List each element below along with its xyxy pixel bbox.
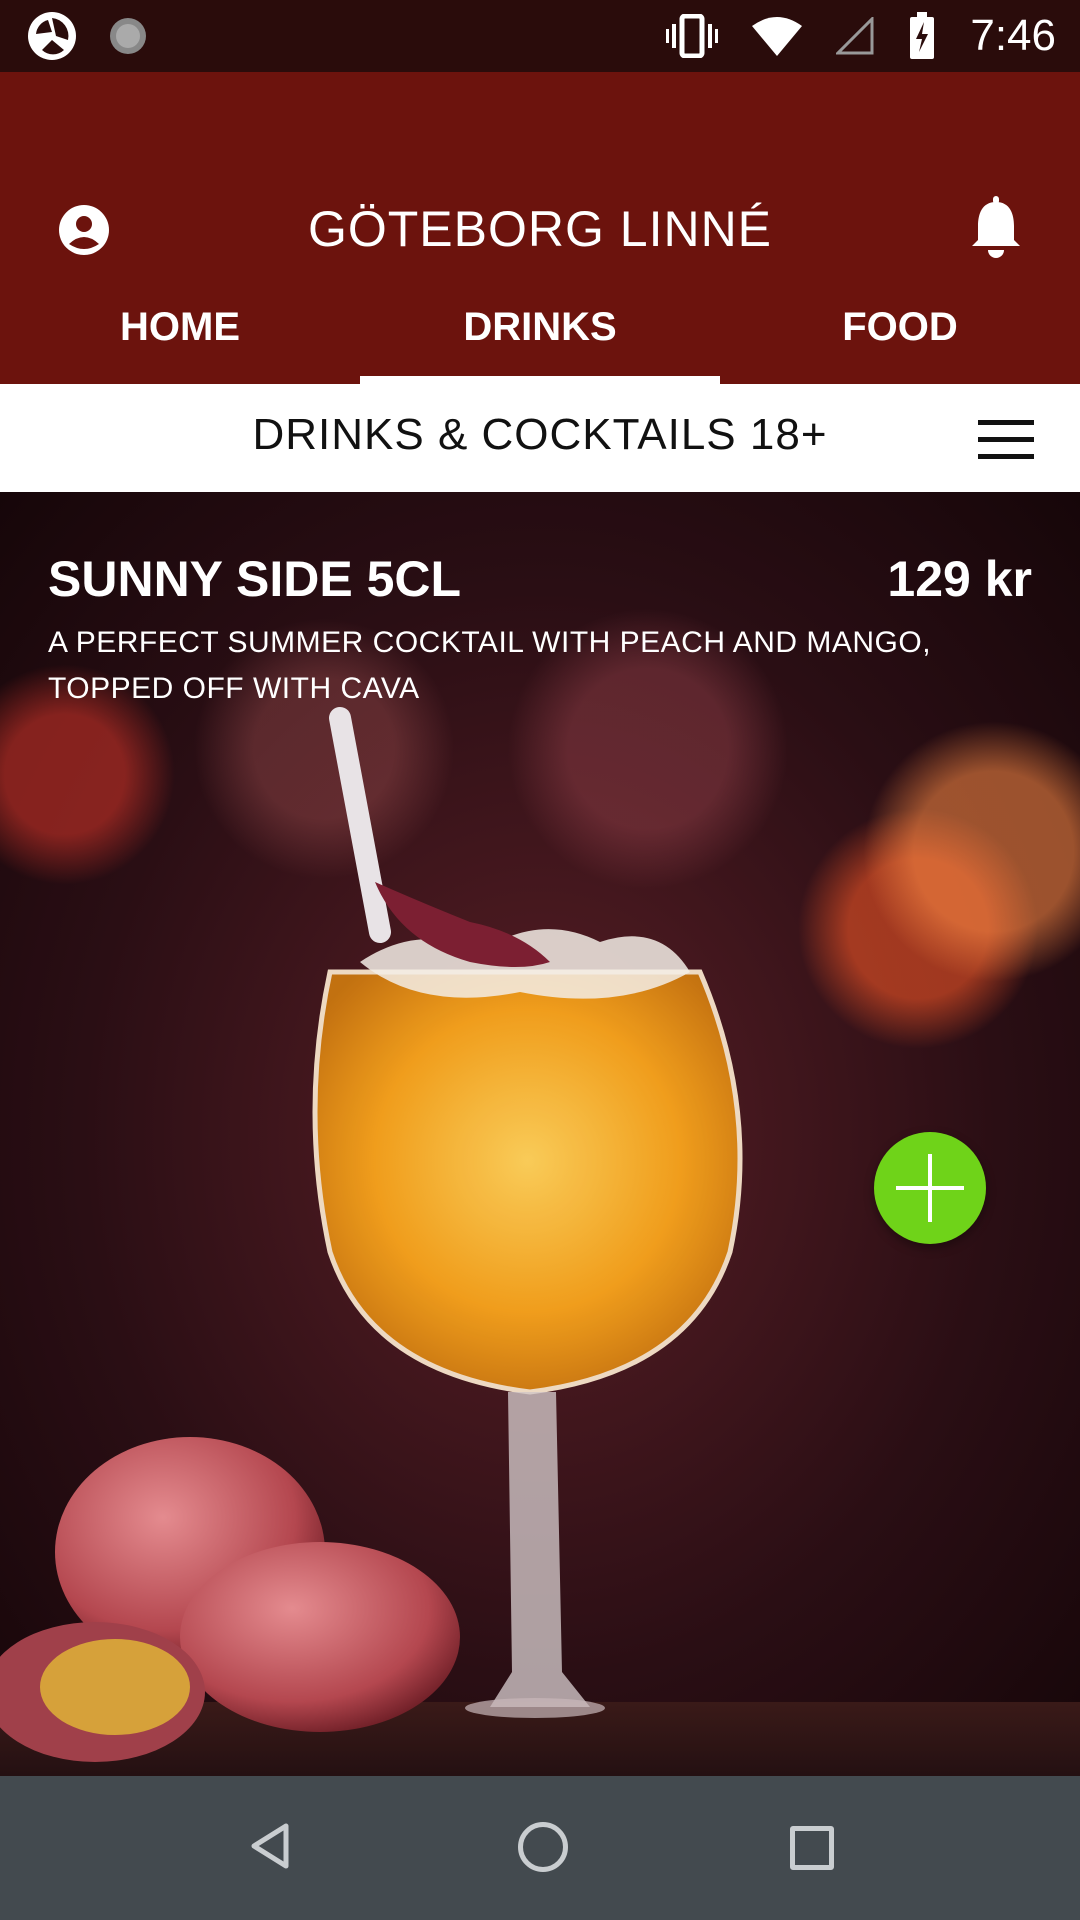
hamburger-menu-icon[interactable] — [978, 420, 1034, 460]
status-time: 7:46 — [970, 11, 1056, 60]
product-card[interactable]: SUNNY SIDE 5CL 129 kr A PERFECT SUMMER C… — [0, 492, 1080, 1776]
loading-icon — [110, 18, 146, 54]
tab-bar: HOME DRINKS FOOD — [0, 270, 1080, 384]
tab-home[interactable]: HOME — [0, 270, 360, 384]
battery-charging-icon — [910, 12, 935, 59]
notifications-button[interactable] — [968, 196, 1024, 260]
item-name: SUNNY SIDE 5CL — [48, 551, 462, 607]
add-to-order-button[interactable] — [874, 1132, 986, 1244]
app-header: GÖTEBORG LINNÉ HOME DRINKS FOOD — [0, 72, 1080, 384]
recent-apps-icon[interactable] — [790, 1826, 834, 1870]
tab-food[interactable]: FOOD — [720, 270, 1080, 384]
item-price: 129 kr — [887, 551, 1032, 607]
tab-drinks[interactable]: DRINKS — [360, 270, 720, 384]
page-title: GÖTEBORG LINNÉ — [307, 201, 773, 257]
wifi-icon — [752, 17, 803, 56]
app-logo-icon — [28, 12, 76, 60]
status-bar: 7:46 — [0, 0, 1080, 72]
category-title: DRINKS & COCKTAILS 18+ — [252, 410, 828, 459]
back-icon[interactable] — [248, 1822, 292, 1870]
bell-icon — [972, 196, 1020, 258]
category-bar: DRINKS & COCKTAILS 18+ — [0, 384, 1080, 492]
signal-icon — [836, 17, 874, 55]
vibrate-icon — [666, 14, 719, 58]
home-icon[interactable] — [518, 1822, 568, 1872]
system-nav-bar — [0, 1776, 1080, 1920]
item-description: A PERFECT SUMMER COCKTAIL WITH PEACH AND… — [48, 626, 932, 705]
